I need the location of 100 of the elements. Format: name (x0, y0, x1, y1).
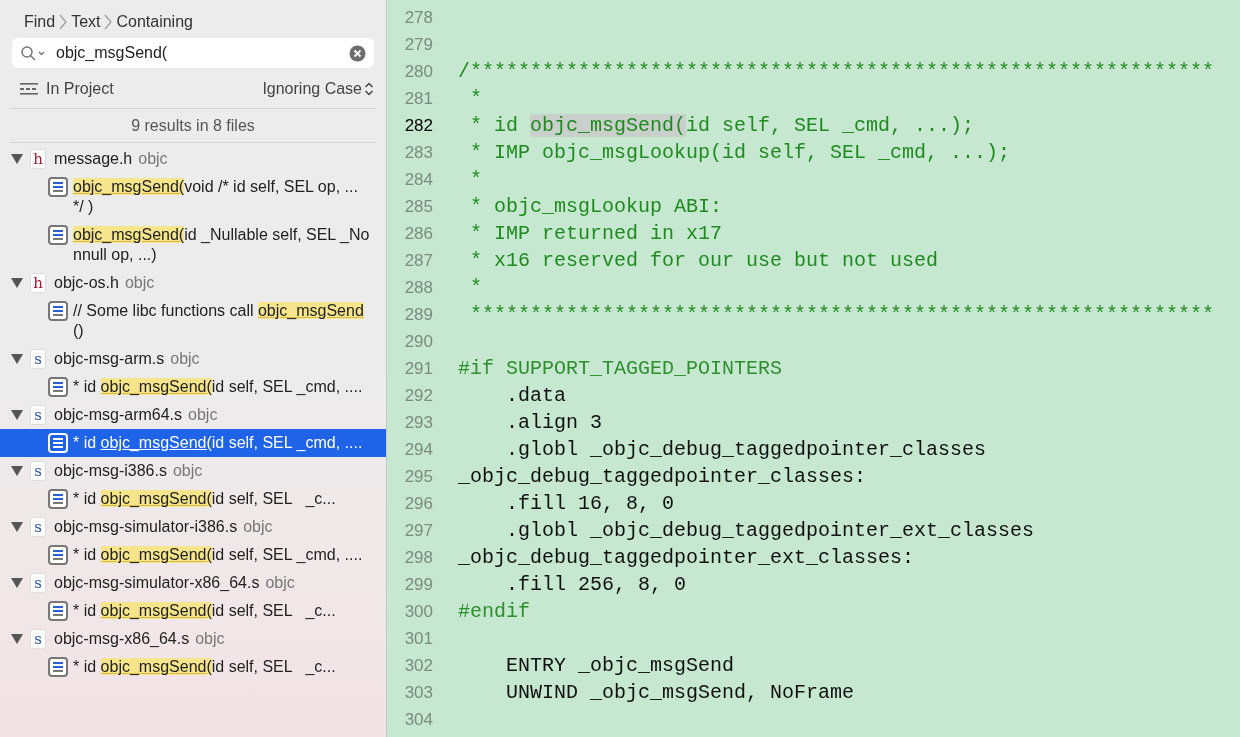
breadcrumb-item[interactable]: Text (71, 10, 101, 34)
line-number: 285 (403, 195, 434, 218)
disclosure-triangle-icon[interactable] (10, 154, 24, 164)
disclosure-triangle-icon[interactable] (10, 278, 24, 288)
line-number: 299 (403, 573, 434, 596)
line-number: 290 (403, 330, 434, 353)
code-line: * objc_msgLookup ABI: (469, 193, 723, 220)
breadcrumb-item[interactable]: Containing (116, 10, 193, 34)
file-type-icon: s (30, 573, 46, 593)
code-line: /************************************************************** (457, 58, 1215, 85)
line-number: 298 (403, 546, 434, 569)
chevron-icon (59, 13, 68, 31)
document-icon (48, 657, 68, 677)
search-result[interactable]: * id objc_msgSend(id self, SEL _c... (0, 653, 386, 681)
document-icon (48, 377, 68, 397)
code-line: * x16 reserved for our use but not used (469, 247, 939, 274)
line-number: 288 (403, 276, 434, 299)
line-number: 294 (403, 438, 434, 461)
file-type-icon: s (30, 461, 46, 481)
code-line: #if SUPPORT_TAGGED_POINTERS (457, 355, 783, 382)
code-line: _objc_debug_taggedpointer_ext_classes: (457, 544, 915, 571)
code-line: UNWIND _objc_msgSend, NoFrame (505, 679, 855, 706)
document-icon (48, 301, 68, 321)
document-icon (48, 433, 68, 453)
code-line: _objc_debug_taggedpointer_classes: (457, 463, 867, 490)
document-icon (48, 177, 68, 197)
results-summary: 9 results in 8 files (10, 109, 376, 143)
code-line: * (469, 274, 482, 301)
line-number: 283 (403, 141, 434, 164)
search-icon[interactable] (20, 45, 46, 61)
line-number: 300 (403, 600, 434, 623)
file-name[interactable]: objc-msg-i386.s (54, 459, 167, 483)
code-line: .fill 256, 8, 0 (505, 571, 687, 598)
file-type-icon: h (30, 149, 46, 169)
file-type-icon: s (30, 517, 46, 537)
file-group: objc (243, 515, 273, 539)
disclosure-triangle-icon[interactable] (10, 522, 24, 532)
line-number: 278 (403, 6, 434, 29)
code-line: .fill 16, 8, 0 (505, 490, 675, 517)
disclosure-triangle-icon[interactable] (10, 354, 24, 364)
disclosure-triangle-icon[interactable] (10, 410, 24, 420)
line-number: 304 (403, 708, 434, 731)
document-icon (48, 545, 68, 565)
disclosure-triangle-icon[interactable] (10, 466, 24, 476)
case-selector[interactable]: Ignoring Case (262, 77, 374, 101)
updown-chevron-icon (364, 81, 374, 97)
file-name[interactable]: objc-msg-arm.s (54, 347, 165, 371)
line-number: 284 (403, 168, 434, 191)
document-icon (48, 225, 68, 245)
breadcrumb-item[interactable]: Find (24, 10, 56, 34)
document-icon (48, 489, 68, 509)
disclosure-triangle-icon[interactable] (10, 578, 24, 588)
code-line: * (469, 166, 482, 193)
search-result[interactable]: * id objc_msgSend(id self, SEL _cmd, .... (0, 429, 386, 457)
code-line: * id objc_msgSend(id self, SEL _cmd, ...); (469, 112, 975, 139)
line-number: 287 (403, 249, 434, 272)
line-number: 293 (403, 411, 434, 434)
chevron-icon (104, 13, 113, 31)
code-line: #endif (457, 598, 530, 625)
code-line: * IMP objc_msgLookup(id self, SEL _cmd, ...); (469, 139, 1011, 166)
line-number: 301 (403, 627, 434, 650)
file-name[interactable]: objc-msg-x86_64.s (54, 627, 190, 651)
search-result[interactable]: * id objc_msgSend(id self, SEL _cmd, .... (0, 373, 386, 401)
file-name[interactable]: objc-os.h (54, 271, 119, 295)
line-number: 279 (403, 33, 434, 56)
file-type-icon: h (30, 273, 46, 293)
scope-selector[interactable]: In Project (46, 77, 114, 101)
file-type-icon: s (30, 629, 46, 649)
line-number: 295 (403, 465, 434, 488)
code-line: ENTRY _objc_msgSend (505, 652, 735, 679)
line-number: 289 (403, 303, 434, 326)
file-name[interactable]: objc-msg-arm64.s (54, 403, 183, 427)
code-line: * (469, 85, 482, 112)
line-number: 286 (403, 222, 434, 245)
search-result[interactable]: * id objc_msgSend(id self, SEL _cmd, .... (0, 541, 386, 569)
line-number: 303 (403, 681, 434, 704)
search-result[interactable]: // Some libc functions call objc_msgSend () (0, 297, 386, 345)
line-number: 280 (403, 60, 434, 83)
file-group: objc (195, 627, 225, 651)
search-result[interactable]: objc_msgSend(id _Nullable self, SEL _Nonnull op, ...) (0, 221, 386, 269)
search-result[interactable]: objc_msgSend(void /* id self, SEL op, ... */ ) (0, 173, 386, 221)
line-number: 291 (403, 357, 434, 380)
disclosure-triangle-icon[interactable] (10, 634, 24, 644)
line-number: 292 (403, 384, 434, 407)
file-name[interactable]: objc-msg-simulator-i386.s (54, 515, 238, 539)
search-field[interactable]: objc_msgSend( (12, 38, 374, 68)
clear-icon[interactable] (349, 44, 366, 62)
line-number: 302 (403, 654, 434, 677)
line-number: 296 (403, 492, 434, 515)
file-group: objc (124, 271, 155, 295)
code-line: .globl _objc_debug_taggedpointer_classes (505, 436, 987, 463)
file-name[interactable]: objc-msg-simulator-x86_64.s (54, 571, 260, 595)
file-group: objc (188, 403, 218, 427)
search-result[interactable]: * id objc_msgSend(id self, SEL _c... (0, 597, 386, 625)
line-number: 281 (403, 87, 434, 110)
file-group: objc (265, 571, 295, 595)
list-icon[interactable] (20, 83, 38, 95)
code-line: .align 3 (505, 409, 603, 436)
file-name[interactable]: message.h (54, 147, 133, 171)
search-result[interactable]: * id objc_msgSend(id self, SEL _c... (0, 485, 386, 513)
